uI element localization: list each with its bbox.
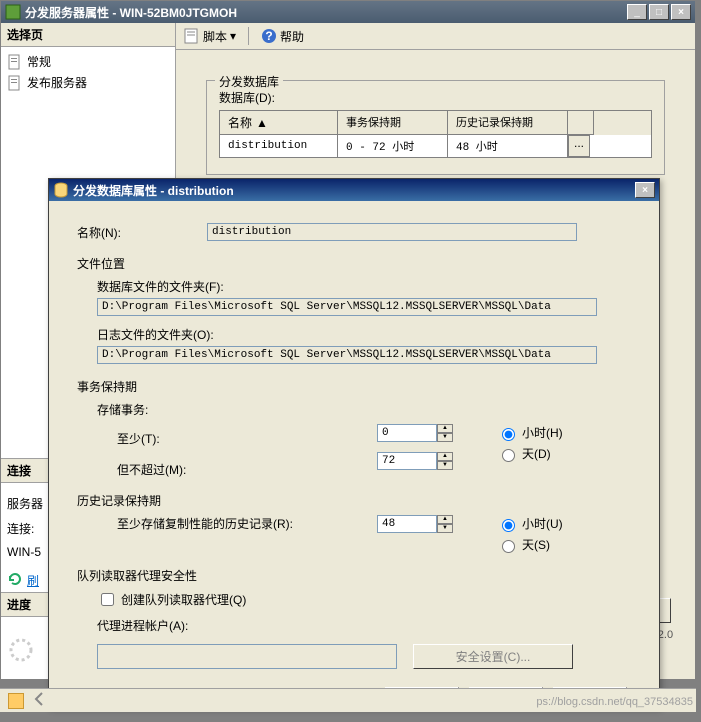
no-more-than-input[interactable] (377, 452, 437, 470)
tree-item-publisher[interactable]: 发布服务器 (5, 72, 171, 93)
status-icon (8, 693, 24, 709)
table-row[interactable]: distribution 0 - 72 小时 48 小时 ... (220, 135, 651, 157)
db-table: 名称▲ 事务保持期 历史记录保持期 distribution 0 - 72 小时… (219, 110, 652, 158)
tree-label: 常规 (27, 53, 51, 70)
proc-account-input (97, 644, 397, 669)
spin-down-icon[interactable]: ▼ (437, 433, 453, 442)
db-folder-input (97, 298, 597, 316)
name-label: 名称(N): (77, 224, 207, 241)
db-label: 数据库(D): (219, 89, 652, 106)
at-least-input[interactable] (377, 424, 437, 442)
cell-tx: 0 - 72 小时 (338, 135, 448, 157)
tx-unit-radios: 小时(H) 天(D) (497, 424, 563, 462)
toolbar-separator (248, 27, 249, 45)
refresh-label[interactable]: 刷 (27, 572, 39, 589)
modal-close-button[interactable]: × (635, 182, 655, 198)
hist-input[interactable] (377, 515, 437, 533)
nav-tree: 常规 发布服务器 (1, 47, 175, 97)
col-tx[interactable]: 事务保持期 (338, 111, 448, 135)
col-hist[interactable]: 历史记录保持期 (448, 111, 568, 135)
radio-days-hist[interactable]: 天(S) (497, 536, 563, 553)
tree-label: 发布服务器 (27, 74, 87, 91)
hist-label: 至少存储复制性能的历史记录(R): (77, 515, 377, 532)
page-icon (7, 75, 23, 91)
at-least-spinner[interactable]: ▲▼ (377, 424, 453, 442)
hist-unit-radios: 小时(U) 天(S) (497, 515, 563, 553)
radio-days[interactable]: 天(D) (497, 445, 563, 462)
log-folder-label: 日志文件的文件夹(O): (97, 326, 631, 343)
create-queue-checkbox[interactable]: 创建队列读取器代理(Q) (97, 590, 631, 609)
spin-up-icon[interactable]: ▲ (437, 424, 453, 433)
radio-hours[interactable]: 小时(H) (497, 424, 563, 441)
sort-asc-icon: ▲ (256, 116, 268, 130)
spin-down-icon[interactable]: ▼ (437, 461, 453, 470)
store-tx-label: 存储事务: (77, 401, 631, 418)
name-input (207, 223, 577, 241)
queue-reader-legend: 队列读取器代理安全性 (77, 567, 631, 584)
left-panel-header: 选择页 (1, 23, 175, 47)
main-titlebar: 分发服务器属性 - WIN-52BM0JTGMOH _ □ × (1, 1, 695, 23)
row-ellipsis-button[interactable]: ... (568, 135, 590, 157)
table-header: 名称▲ 事务保持期 历史记录保持期 (220, 111, 651, 135)
no-more-than-spinner[interactable]: ▲▼ (377, 452, 453, 470)
file-location-legend: 文件位置 (77, 255, 631, 272)
modal-titlebar: 分发数据库属性 - distribution × (49, 179, 659, 201)
page-icon (7, 54, 23, 70)
nav-back-icon[interactable] (32, 691, 48, 710)
maximize-button[interactable]: □ (649, 4, 669, 20)
conn-label: 连接: (7, 522, 34, 536)
at-least-label: 至少(T): (77, 430, 347, 447)
cell-name: distribution (220, 135, 338, 157)
hist-retention-legend: 历史记录保持期 (77, 492, 631, 509)
app-icon (5, 4, 21, 20)
tx-retention-legend: 事务保持期 (77, 378, 631, 395)
progress-spinner-icon (7, 636, 35, 667)
file-location-section: 文件位置 数据库文件的文件夹(F): 日志文件的文件夹(O): (77, 255, 631, 364)
spin-up-icon[interactable]: ▲ (437, 452, 453, 461)
security-settings-button: 安全设置(C)... (413, 644, 573, 669)
col-action (568, 111, 594, 135)
script-icon (184, 28, 200, 44)
queue-reader-section: 队列读取器代理安全性 创建队列读取器代理(Q) 代理进程帐户(A): 安全设置(… (77, 567, 631, 669)
toolbar-help[interactable]: ? 帮助 (261, 28, 304, 45)
no-more-than-label: 但不超过(M): (77, 461, 347, 478)
distrib-db-group: 分发数据库 数据库(D): 名称▲ 事务保持期 历史记录保持期 distribu… (206, 80, 665, 175)
refresh-icon[interactable] (7, 571, 23, 590)
distrib-db-legend: 分发数据库 (215, 73, 283, 90)
dropdown-icon: ▾ (230, 29, 236, 43)
toolbar-script[interactable]: 脚本 ▾ (184, 28, 236, 45)
toolbar: 脚本 ▾ ? 帮助 (176, 23, 695, 50)
modal-title: 分发数据库属性 - distribution (73, 182, 635, 199)
spin-up-icon[interactable]: ▲ (437, 515, 453, 524)
close-button[interactable]: × (671, 4, 691, 20)
spin-down-icon[interactable]: ▼ (437, 524, 453, 533)
hist-retention-section: 历史记录保持期 至少存储复制性能的历史记录(R): ▲▼ 小时(U) 天(S) (77, 492, 631, 553)
proc-account-label: 代理进程帐户(A): (97, 617, 631, 634)
tree-item-general[interactable]: 常规 (5, 51, 171, 72)
svg-text:?: ? (265, 29, 272, 43)
hist-spinner[interactable]: ▲▼ (377, 515, 453, 533)
modal-dialog: 分发数据库属性 - distribution × 名称(N): 文件位置 数据库… (48, 178, 660, 708)
db-icon (53, 182, 69, 198)
log-folder-input (97, 346, 597, 364)
toolbar-help-label: 帮助 (280, 28, 304, 45)
tx-retention-section: 事务保持期 存储事务: 至少(T): 但不超过(M): ▲▼ ▲▼ (77, 378, 631, 478)
radio-hours-hist[interactable]: 小时(U) (497, 515, 563, 532)
name-row: 名称(N): (77, 223, 631, 241)
toolbar-script-label: 脚本 (203, 28, 227, 45)
help-icon: ? (261, 28, 277, 44)
cell-hist: 48 小时 (448, 135, 568, 157)
modal-body: 名称(N): 文件位置 数据库文件的文件夹(F): 日志文件的文件夹(O): 事… (49, 201, 659, 722)
col-name[interactable]: 名称▲ (220, 111, 338, 135)
content-area: 分发数据库 数据库(D): 名称▲ 事务保持期 历史记录保持期 distribu… (176, 50, 695, 195)
db-folder-label: 数据库文件的文件夹(F): (97, 278, 631, 295)
main-window-title: 分发服务器属性 - WIN-52BM0JTGMOH (25, 4, 627, 21)
window-controls: _ □ × (627, 4, 691, 20)
watermark: ps://blog.csdn.net/qq_37534835 (536, 696, 693, 708)
minimize-button[interactable]: _ (627, 4, 647, 20)
